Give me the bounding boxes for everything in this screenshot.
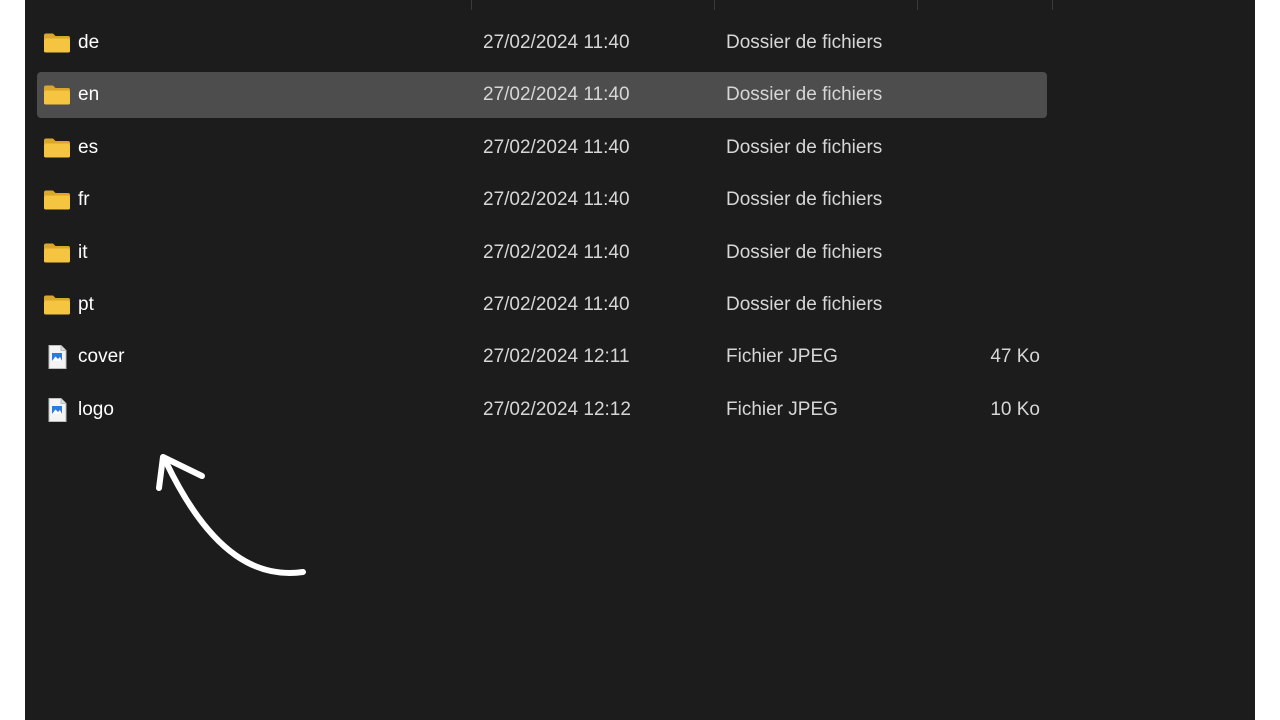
arrow-annotation-icon bbox=[156, 454, 306, 576]
image-file-icon bbox=[43, 345, 71, 370]
file-type: Fichier JPEG bbox=[726, 346, 838, 368]
date-modified: 27/02/2024 12:11 bbox=[483, 346, 630, 368]
file-explorer-window: de 27/02/2024 11:40 Dossier de fichiers en 2… bbox=[25, 0, 1255, 720]
file-type: Dossier de fichiers bbox=[726, 32, 883, 53]
file-size: 47 Ko bbox=[990, 346, 1040, 368]
date-modified: 27/02/2024 12:12 bbox=[483, 398, 631, 420]
folder-row[interactable]: es 27/02/2024 11:40 Dossier de fichiers bbox=[37, 125, 1047, 171]
file-name: es bbox=[78, 136, 99, 158]
column-divider[interactable] bbox=[1052, 0, 1053, 10]
file-type: Dossier de fichiers bbox=[726, 136, 883, 158]
folder-row[interactable]: pt 27/02/2024 11:40 Dossier de fichiers bbox=[37, 282, 1047, 328]
date-modified: 27/02/2024 11:40 bbox=[483, 32, 630, 53]
folder-icon bbox=[43, 136, 71, 160]
file-type: Fichier JPEG bbox=[726, 398, 838, 420]
file-name: en bbox=[78, 84, 100, 106]
folder-row[interactable]: fr 27/02/2024 11:40 Dossier de fichiers bbox=[37, 177, 1047, 223]
date-modified: 27/02/2024 11:40 bbox=[483, 136, 630, 158]
file-row[interactable]: logo 27/02/2024 12:12 Fichier JPEG 10 Ko bbox=[37, 387, 1047, 433]
folder-icon bbox=[43, 83, 71, 107]
file-name: cover bbox=[78, 346, 125, 368]
column-divider[interactable] bbox=[471, 0, 472, 10]
folder-icon bbox=[43, 241, 71, 265]
file-name: de bbox=[78, 32, 100, 53]
date-modified: 27/02/2024 11:40 bbox=[483, 189, 630, 211]
column-divider[interactable] bbox=[714, 0, 715, 10]
column-divider[interactable] bbox=[917, 0, 918, 10]
folder-icon bbox=[43, 188, 71, 212]
file-name: it bbox=[78, 241, 88, 263]
date-modified: 27/02/2024 11:40 bbox=[483, 294, 630, 315]
file-size: 10 Ko bbox=[990, 398, 1040, 420]
date-modified: 27/02/2024 11:40 bbox=[483, 84, 630, 106]
file-name: logo bbox=[78, 398, 114, 420]
file-type: Dossier de fichiers bbox=[726, 294, 883, 315]
file-name: pt bbox=[78, 294, 94, 315]
file-name: fr bbox=[78, 189, 90, 211]
folder-row[interactable]: de 27/02/2024 11:40 Dossier de fichiers bbox=[37, 20, 1047, 66]
file-type: Dossier de fichiers bbox=[726, 189, 883, 211]
folder-row[interactable]: it 27/02/2024 11:40 Dossier de fichiers bbox=[37, 230, 1047, 276]
file-type: Dossier de fichiers bbox=[726, 84, 883, 106]
folder-row[interactable]: en 27/02/2024 11:40 Dossier de fichiers bbox=[37, 72, 1047, 119]
date-modified: 27/02/2024 11:40 bbox=[483, 241, 630, 263]
file-row[interactable]: cover 27/02/2024 12:11 Fichier JPEG 47 Ko bbox=[37, 334, 1047, 380]
folder-icon bbox=[43, 31, 71, 55]
image-file-icon bbox=[43, 397, 71, 422]
file-type: Dossier de fichiers bbox=[726, 241, 883, 263]
folder-icon bbox=[43, 293, 71, 317]
